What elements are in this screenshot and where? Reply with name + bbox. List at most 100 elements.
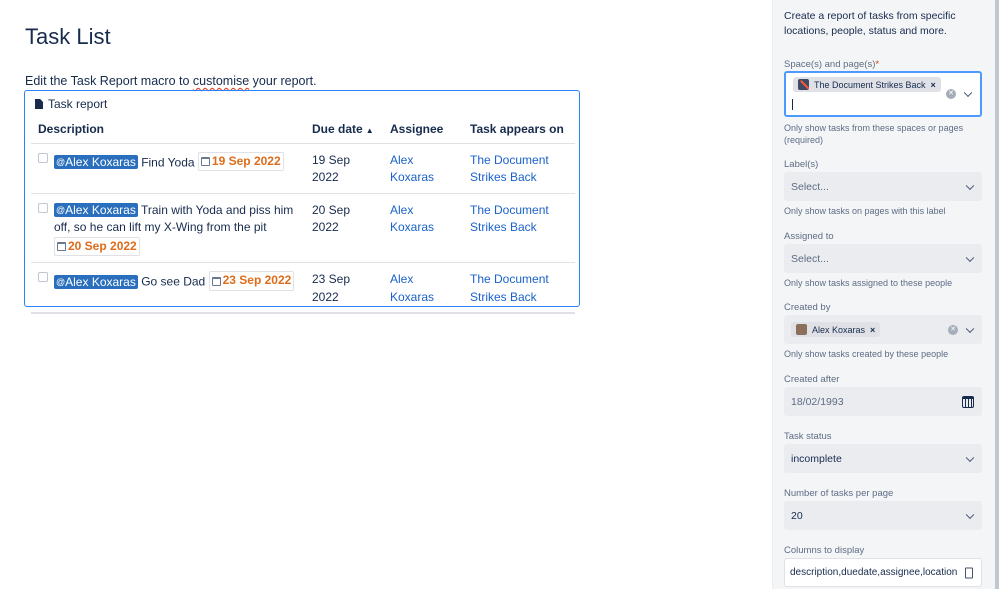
panel-scrollbar[interactable] <box>995 0 999 589</box>
date-lozenge[interactable]: 20 Sep 2022 <box>54 236 140 256</box>
clear-icon[interactable]: ✕ <box>948 324 958 335</box>
macro-config-panel: Create a report of tasks from specific l… <box>772 0 999 589</box>
task-checkbox[interactable] <box>38 202 48 213</box>
created-after-label: Created after <box>784 374 840 385</box>
task-checkbox[interactable] <box>38 152 48 163</box>
space-chip: The Document Strikes Back × <box>793 77 941 92</box>
labels-label: Label(s) <box>784 159 819 170</box>
task-text-wrap: @Alex Koxaras Find Yoda 19 Sep 2022 <box>54 151 284 172</box>
column-header-due-date[interactable]: Due date ▲ <box>305 117 383 144</box>
date-lozenge-text: 20 Sep 2022 <box>68 238 137 253</box>
remove-chip-icon[interactable]: × <box>870 325 875 335</box>
task-status-select[interactable]: incomplete <box>784 444 982 473</box>
task-due-date: 20 Sep 2022 <box>305 193 383 264</box>
assignee-link[interactable]: Alex Koxaras <box>390 153 434 185</box>
chevron-down-icon <box>965 453 975 462</box>
date-lozenge-text: 19 Sep 2022 <box>211 153 281 168</box>
spaces-select[interactable]: The Document Strikes Back × ✕ <box>784 71 982 117</box>
macro-title: Task report <box>48 97 108 111</box>
created-after-input[interactable]: 18/02/1993 <box>784 387 982 416</box>
chevron-down-icon[interactable] <box>963 88 973 98</box>
assigned-to-select[interactable]: Select... <box>784 244 982 273</box>
user-mention[interactable]: @Alex Koxaras <box>54 202 138 217</box>
user-chip-label: Alex Koxaras <box>812 324 866 335</box>
table-row: @Alex Koxaras Find Yoda 19 Sep 2022 19 S… <box>31 143 575 194</box>
created-by-help: Only show tasks created by these people <box>784 349 949 359</box>
tasks-per-page-label: Number of tasks per page <box>784 488 894 499</box>
due-date-header-label: Due date <box>312 122 363 137</box>
location-line-2: Strikes Back <box>470 289 537 304</box>
intro-text: Edit the Task Report macro to customise … <box>25 74 317 88</box>
assigned-to-placeholder: Select... <box>791 252 829 265</box>
mention-name: Alex Koxaras <box>65 154 136 169</box>
column-header-description[interactable]: Description <box>31 117 305 144</box>
location-line-2: Strikes Back <box>470 220 537 234</box>
tasks-per-page-select[interactable]: 20 <box>784 501 982 530</box>
page-content: Task List Edit the Task Report macro to … <box>0 0 772 589</box>
document-icon <box>35 99 43 109</box>
created-by-select[interactable]: Alex Koxaras × ✕ <box>784 315 982 344</box>
location-link[interactable]: The Document Strikes Back <box>470 153 549 185</box>
list-icon[interactable] <box>965 567 973 578</box>
column-header-location[interactable]: Task appears on <box>463 117 575 144</box>
intro-before: Edit the Task Report macro to <box>25 74 193 88</box>
task-table: Description Due date ▲ Assignee Task appe… <box>31 117 575 315</box>
required-mark: * <box>875 59 880 70</box>
assigned-to-help: Only show tasks assigned to these people <box>784 278 953 288</box>
column-header-assignee[interactable]: Assignee <box>383 117 463 144</box>
page-title: Task List <box>25 24 111 49</box>
location-link[interactable]: The Document Strikes Back <box>470 203 549 235</box>
mention-name: Alex Koxaras <box>65 202 136 217</box>
assigned-to-label: Assigned to <box>784 231 834 242</box>
date-lozenge-text: 23 Sep 2022 <box>222 273 292 288</box>
spaces-label: Space(s) and page(s)* <box>784 59 879 70</box>
user-mention[interactable]: @Alex Koxaras <box>54 274 138 289</box>
assignee-link[interactable]: Alex Koxaras <box>390 272 434 304</box>
calendar-icon <box>211 276 221 286</box>
user-chip: Alex Koxaras × <box>791 322 881 337</box>
location-line-2: Strikes Back <box>470 170 537 184</box>
misspelled-word[interactable]: customise <box>193 74 249 88</box>
task-location: The Document Strikes Back <box>463 193 575 264</box>
calendar-icon <box>200 156 210 166</box>
task-text: Find Yoda <box>141 154 195 169</box>
task-location: The Document Strikes Back <box>463 143 575 194</box>
chevron-down-icon[interactable] <box>965 324 975 333</box>
sort-ascending-icon: ▲ <box>365 126 374 136</box>
date-lozenge[interactable]: 19 Sep 2022 <box>197 151 284 171</box>
chevron-down-icon <box>965 253 975 262</box>
table-row: @Alex Koxaras Train with Yoda and piss h… <box>31 193 575 264</box>
created-after-value: 18/02/1993 <box>791 395 844 408</box>
user-mention[interactable]: @Alex Koxaras <box>54 154 138 169</box>
calendar-icon <box>57 241 66 251</box>
at-icon: @ <box>56 276 66 287</box>
remove-chip-icon[interactable]: × <box>931 80 936 90</box>
table-header-row: Description Due date ▲ Assignee Task appe… <box>31 117 575 144</box>
table-row: @Alex Koxaras Go see Dad 23 Sep 2022 23 … <box>31 262 575 315</box>
mention-name: Alex Koxaras <box>65 274 136 289</box>
columns-input[interactable]: description,duedate,assignee,location <box>784 558 982 587</box>
location-link[interactable]: The Document Strikes Back <box>470 272 549 304</box>
task-text-wrap: @Alex Koxaras Train with Yoda and piss h… <box>54 202 298 257</box>
task-location: The Document Strikes Back <box>463 262 575 315</box>
at-icon: @ <box>56 204 66 215</box>
task-due-date: 23 Sep 2022 <box>305 262 383 315</box>
chevron-down-icon <box>965 510 975 519</box>
task-assignee: Alex Koxaras <box>383 262 463 315</box>
assignee-link[interactable]: Alex Koxaras <box>390 203 434 235</box>
task-checkbox[interactable] <box>38 272 48 283</box>
task-description: @Alex Koxaras Train with Yoda and piss h… <box>31 193 305 264</box>
task-report-macro[interactable]: Task report Description Due date ▲ Assign… <box>24 90 580 315</box>
calendar-icon[interactable] <box>962 395 974 408</box>
columns-value: description,duedate,assignee,location <box>790 567 958 578</box>
at-icon: @ <box>56 156 66 167</box>
date-lozenge[interactable]: 23 Sep 2022 <box>208 271 295 291</box>
labels-help: Only show tasks on pages with this label <box>784 206 946 216</box>
spaces-help: Only show tasks from these spaces or pag… <box>784 123 964 145</box>
clear-icon[interactable]: ✕ <box>946 89 956 99</box>
avatar <box>796 324 807 335</box>
task-assignee: Alex Koxaras <box>383 193 463 264</box>
labels-select[interactable]: Select... <box>784 172 982 201</box>
panel-description: Create a report of tasks from specific l… <box>784 10 956 37</box>
spaces-label-text: Space(s) and page(s) <box>784 59 876 70</box>
